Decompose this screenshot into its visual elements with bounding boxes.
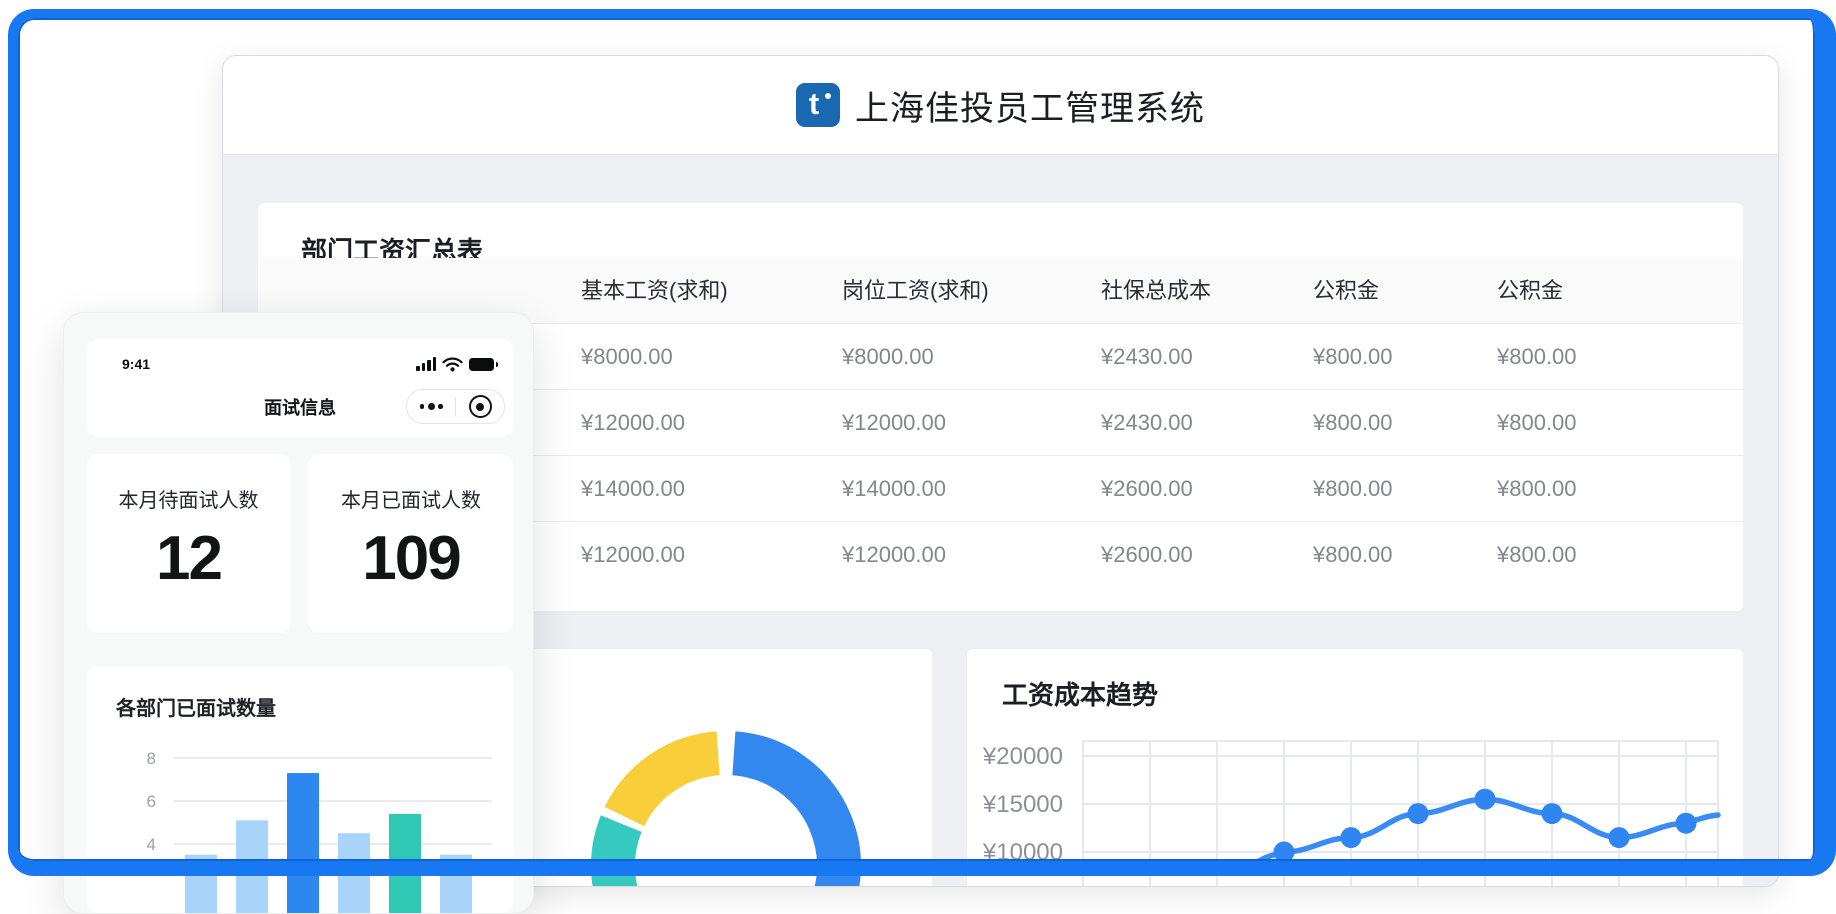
- svg-text:¥20000: ¥20000: [982, 743, 1063, 770]
- phone-status-bar: 9:41: [86, 351, 514, 379]
- table-cell: ¥800.00: [1497, 324, 1577, 389]
- record-dot-icon: [469, 395, 492, 418]
- table-cell: ¥8000.00: [842, 324, 934, 389]
- table-cell: ¥2600.00: [1101, 522, 1193, 587]
- table-cell: ¥2430.00: [1101, 390, 1193, 455]
- table-cell: ¥800.00: [1497, 456, 1577, 521]
- battery-icon: [469, 358, 494, 371]
- table-cell: ¥800.00: [1497, 522, 1577, 587]
- cellular-signal-icon: [416, 357, 436, 371]
- phone-header-card: 9:41 面试信息: [86, 339, 514, 437]
- column-header: 社保总成本: [1101, 258, 1211, 323]
- table-cell: ¥800.00: [1313, 324, 1393, 389]
- svg-text:6: 6: [147, 792, 156, 811]
- more-button[interactable]: [407, 390, 455, 423]
- status-time: 9:41: [122, 356, 150, 372]
- svg-text:4: 4: [147, 835, 156, 854]
- logo-letter: t: [809, 88, 819, 119]
- svg-text:¥15000: ¥15000: [982, 791, 1063, 818]
- table-cell: ¥12000.00: [842, 390, 946, 455]
- table-cell: ¥800.00: [1313, 456, 1393, 521]
- status-icons: [416, 356, 494, 372]
- table-title: 部门工资汇总表: [258, 203, 1743, 258]
- phone-nav-bar: 面试信息: [86, 385, 514, 427]
- table-cell: ¥2430.00: [1101, 324, 1193, 389]
- stat-label: 本月待面试人数: [86, 484, 291, 513]
- table-cell: ¥800.00: [1313, 522, 1393, 587]
- logo-dot: [825, 93, 831, 99]
- table-cell: ¥12000.00: [842, 522, 946, 587]
- stat-card-done: 本月已面试人数 109: [308, 454, 514, 633]
- table-cell: ¥14000.00: [842, 456, 946, 521]
- table-cell: ¥8000.00: [581, 324, 673, 389]
- phone-overlay: 9:41 面试信息: [63, 312, 534, 914]
- trend-chart-card: 工资成本趋势 ¥20000 ¥15000 ¥10000: [967, 649, 1743, 887]
- svg-text:8: 8: [147, 749, 156, 768]
- stat-value: 109: [308, 523, 514, 594]
- column-header: 公积金: [1497, 258, 1563, 323]
- more-dots-icon: [420, 403, 443, 410]
- stat-label: 本月已面试人数: [308, 484, 514, 513]
- column-header: 岗位工资(求和): [842, 258, 989, 323]
- miniprogram-capsule[interactable]: [406, 389, 505, 424]
- table-cell: ¥800.00: [1313, 390, 1393, 455]
- app-logo-icon: t: [796, 83, 840, 127]
- table-cell: ¥2600.00: [1101, 456, 1193, 521]
- stat-card-pending: 本月待面试人数 12: [86, 454, 291, 633]
- window-header: t 上海佳投员工管理系统: [223, 56, 1778, 154]
- close-button[interactable]: [456, 390, 504, 423]
- svg-text:¥10000: ¥10000: [982, 839, 1063, 866]
- column-header: 公积金: [1313, 258, 1379, 323]
- table-cell: ¥12000.00: [581, 522, 685, 587]
- table-cell: ¥800.00: [1497, 390, 1577, 455]
- wifi-icon: [442, 357, 463, 372]
- table-cell: ¥12000.00: [581, 390, 685, 455]
- column-header: 基本工资(求和): [581, 258, 728, 323]
- window-title: 上海佳投员工管理系统: [855, 81, 1205, 130]
- trend-chart-title: 工资成本趋势: [1002, 675, 1158, 712]
- stat-value: 12: [86, 523, 291, 594]
- table-cell: ¥14000.00: [581, 456, 685, 521]
